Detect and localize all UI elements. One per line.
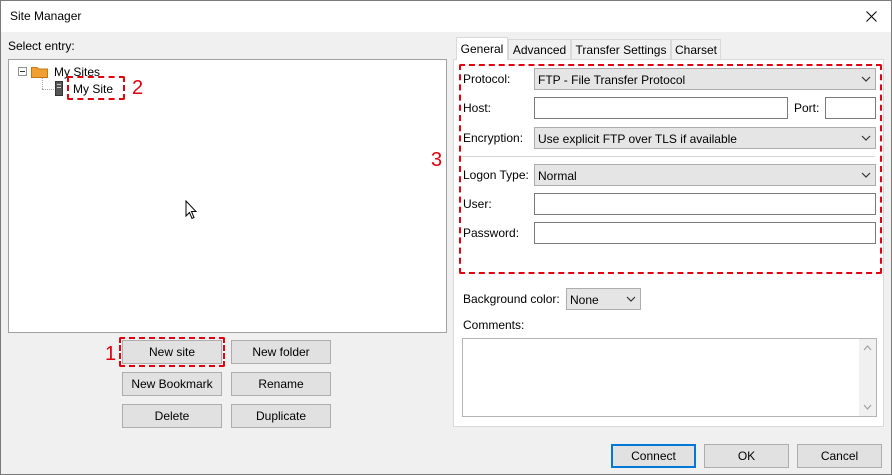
ok-button[interactable]: OK [704,444,789,468]
site-manager-window: Site Manager Select entry: My Sites My S… [0,0,892,475]
host-input[interactable] [534,97,788,119]
logon-type-select[interactable]: Normal [534,164,876,186]
server-icon [55,81,63,96]
logon-type-value: Normal [538,169,577,183]
comments-scrollbar[interactable] [859,339,876,416]
encryption-value: Use explicit FTP over TLS if available [538,132,737,146]
folder-icon [31,67,48,78]
tree-connector [42,78,43,89]
collapse-icon[interactable] [18,67,27,76]
rename-button[interactable]: Rename [231,372,331,396]
mouse-pointer-icon [185,200,197,220]
duplicate-button[interactable]: Duplicate [231,404,331,428]
encryption-label: Encryption: [463,131,524,145]
tab-label: Charset [674,43,718,57]
background-color-select[interactable]: None [566,288,641,310]
port-label: Port: [794,101,820,115]
tab-label: Transfer Settings [575,43,667,57]
port-input[interactable] [825,97,876,119]
new-site-button[interactable]: New site [122,340,222,364]
window-title: Site Manager [10,9,82,23]
annotation-number-1: 1 [105,343,117,365]
comments-label: Comments: [463,318,525,332]
scroll-down-icon[interactable] [863,404,872,410]
new-folder-button[interactable]: New folder [231,340,331,364]
annotation-number-2: 2 [132,77,144,99]
background-color-value: None [570,293,599,307]
protocol-label: Protocol: [463,72,511,86]
scroll-up-icon[interactable] [863,345,872,351]
cancel-button[interactable]: Cancel [797,444,882,468]
separator [460,156,875,157]
logon-type-label: Logon Type: [463,168,529,182]
comments-textarea[interactable] [462,338,877,417]
chevron-down-icon [861,172,871,178]
tree-root-my-sites[interactable]: My Sites [54,65,100,79]
connect-button[interactable]: Connect [611,444,696,468]
password-input[interactable] [534,222,876,244]
site-tree[interactable]: My Sites My Site [8,59,447,333]
user-label: User: [463,197,492,211]
tab-label: Advanced [512,43,567,57]
tab-transfer-settings[interactable]: Transfer Settings [571,39,671,60]
background-color-label: Background color: [463,292,560,306]
title-bar: Site Manager [1,1,891,32]
chevron-down-icon [626,296,636,302]
host-label: Host: [463,101,492,115]
close-icon [865,11,877,22]
encryption-select[interactable]: Use explicit FTP over TLS if available [534,127,876,149]
delete-button[interactable]: Delete [122,404,222,428]
select-entry-label: Select entry: [8,39,75,53]
annotation-number-3: 3 [431,149,443,171]
tab-general[interactable]: General [456,37,508,60]
protocol-select[interactable]: FTP - File Transfer Protocol [534,68,876,90]
close-button[interactable] [851,1,891,32]
tree-item-my-site[interactable]: My Site [73,82,113,96]
tab-label: General [460,42,504,56]
user-input[interactable] [534,193,876,215]
tab-charset[interactable]: Charset [671,39,721,60]
new-bookmark-button[interactable]: New Bookmark [122,372,222,396]
tab-advanced[interactable]: Advanced [508,39,571,60]
protocol-value: FTP - File Transfer Protocol [538,73,686,87]
password-label: Password: [463,226,520,240]
tree-connector [42,89,56,90]
chevron-down-icon [861,135,871,141]
chevron-down-icon [861,76,871,82]
